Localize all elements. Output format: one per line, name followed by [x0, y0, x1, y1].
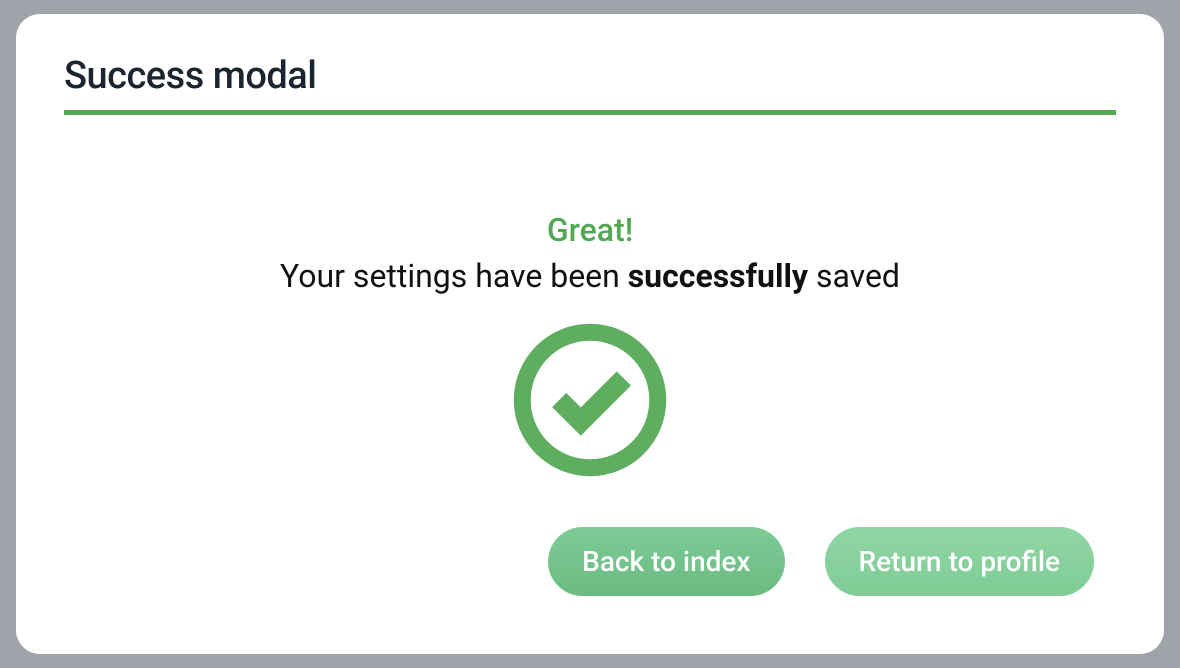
return-to-profile-button[interactable]: Return to profile: [825, 527, 1094, 596]
message-prefix: Your settings have been: [280, 257, 628, 295]
headline-text: Great!: [64, 211, 1116, 249]
message-suffix: saved: [808, 257, 900, 295]
back-to-index-button[interactable]: Back to index: [548, 527, 784, 596]
modal-actions: Back to index Return to profile: [548, 527, 1094, 596]
checkmark-circle-icon: [513, 323, 667, 477]
modal-title: Success modal: [64, 54, 1116, 108]
icon-container: [64, 323, 1116, 477]
message-bold: successfully: [628, 257, 808, 295]
modal-content: Great! Your settings have been successfu…: [64, 211, 1116, 477]
message-text: Your settings have been successfully sav…: [64, 257, 1116, 295]
success-modal: Success modal Great! Your settings have …: [16, 14, 1164, 654]
divider: [64, 110, 1116, 115]
